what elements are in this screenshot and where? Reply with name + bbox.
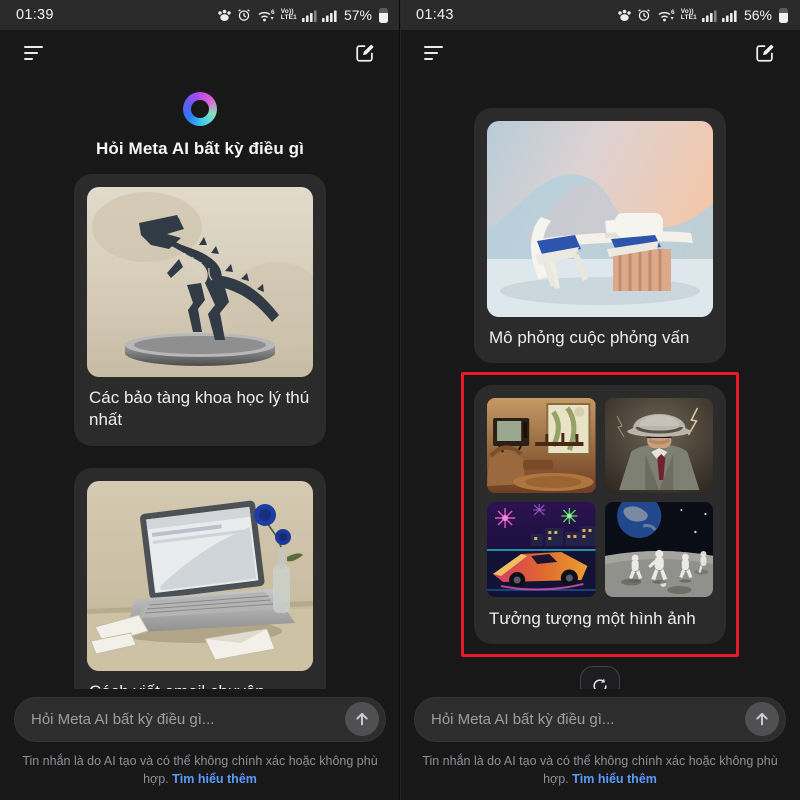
card-caption: Tưởng tượng một hình ảnh	[487, 597, 713, 630]
svg-text:6: 6	[671, 9, 675, 16]
battery-icon	[779, 8, 788, 23]
menu-icon[interactable]	[422, 42, 445, 65]
right-phone-screen: 01:43 6 Vo)) LTE1	[400, 0, 800, 800]
screen-divider	[399, 0, 401, 800]
battery-percent: 56%	[744, 7, 772, 23]
battery-icon	[379, 8, 388, 23]
laptop-email-illustration	[87, 481, 313, 671]
ai-disclaimer: Tin nhắn là do AI tạo và có thể không ch…	[14, 752, 386, 788]
image-grid	[487, 398, 713, 597]
menu-icon[interactable]	[22, 42, 45, 65]
wifi-6-icon: 6	[256, 8, 276, 23]
send-button[interactable]	[345, 702, 379, 736]
clock-time: 01:43	[416, 7, 454, 23]
suggestion-card-email[interactable]: Cách viết email chuyên	[74, 468, 326, 717]
meta-ai-logo	[183, 92, 217, 126]
learn-more-link[interactable]: Tìm hiểu thêm	[172, 772, 257, 786]
message-input[interactable]	[431, 711, 745, 728]
tile-moon-astronauts	[605, 502, 714, 597]
message-input[interactable]	[31, 711, 345, 728]
signal-bars-icon	[722, 9, 737, 22]
dinosaur-skeleton-illustration	[87, 187, 313, 377]
status-bar: 01:43 6 Vo)) LTE1	[400, 0, 800, 30]
new-chat-compose-icon[interactable]	[752, 40, 778, 66]
composer	[414, 697, 786, 742]
app-header	[0, 30, 400, 76]
card-caption: Mô phỏng cuộc phỏng vấn	[487, 317, 713, 350]
alarm-clock-icon	[637, 8, 651, 22]
send-button[interactable]	[745, 702, 779, 736]
svg-text:6: 6	[271, 9, 275, 16]
hero: Hỏi Meta AI bất kỳ điều gì	[0, 76, 400, 159]
learn-more-link[interactable]: Tìm hiểu thêm	[572, 772, 657, 786]
tile-living-room	[487, 398, 596, 493]
signal-bars-icon	[302, 9, 317, 22]
app-header	[400, 30, 800, 76]
send-up-arrow-icon	[753, 710, 771, 728]
suggestion-card-interview[interactable]: Mô phỏng cuộc phỏng vấn	[474, 108, 726, 363]
send-up-arrow-icon	[353, 710, 371, 728]
paw-icon	[617, 9, 632, 22]
suggestion-card-museums[interactable]: Các bảo tàng khoa học lý thú nhất	[74, 174, 326, 446]
ai-disclaimer: Tin nhắn là do AI tạo và có thể không ch…	[414, 752, 786, 788]
composer	[14, 697, 386, 742]
bottom-bar: Tin nhắn là do AI tạo và có thể không ch…	[400, 689, 800, 800]
new-chat-compose-icon[interactable]	[352, 40, 378, 66]
clock-time: 01:39	[16, 7, 54, 23]
left-phone-screen: 01:39 6 Vo)) LTE1	[0, 0, 400, 800]
wifi-6-icon: 6	[656, 8, 676, 23]
signal-bars-icon	[322, 9, 337, 22]
red-highlight-annotation: Tưởng tượng một hình ảnh	[461, 372, 739, 656]
battery-percent: 57%	[344, 7, 372, 23]
paw-icon	[217, 9, 232, 22]
bottom-bar: Tin nhắn là do AI tạo và có thể không ch…	[0, 689, 400, 800]
meta-ai-dual-screenshot: 01:39 6 Vo)) LTE1	[0, 0, 800, 800]
pastel-desk-illustration	[487, 121, 713, 317]
suggestion-card-imagine[interactable]: Tưởng tượng một hình ảnh	[474, 385, 726, 643]
tile-race-car	[487, 502, 596, 597]
card-caption: Các bảo tàng khoa học lý thú nhất	[87, 377, 313, 433]
greeting-title: Hỏi Meta AI bất kỳ điều gì	[96, 139, 304, 159]
signal-bars-icon	[702, 9, 717, 22]
tile-detective	[605, 398, 714, 493]
status-bar: 01:39 6 Vo)) LTE1	[0, 0, 400, 30]
alarm-clock-icon	[237, 8, 251, 22]
volte-indicator: Vo)) LTE1	[681, 9, 697, 22]
volte-indicator: Vo)) LTE1	[281, 9, 297, 22]
